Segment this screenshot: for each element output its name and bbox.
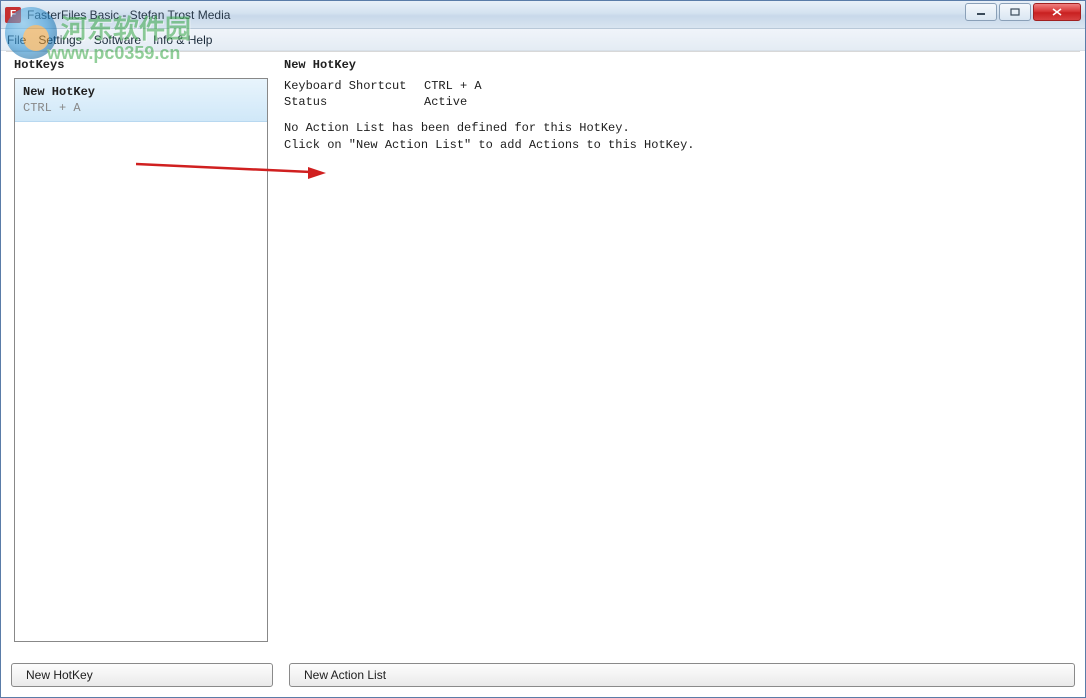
hotkey-item-shortcut: CTRL + A [23,101,259,115]
detail-value-shortcut: CTRL + A [424,78,482,94]
menu-software[interactable]: Software [94,33,141,47]
minimize-icon [976,8,986,16]
hotkey-item-name: New HotKey [23,85,259,99]
detail-row-status: Status Active [284,94,1072,110]
titlebar[interactable]: FasterFiles Basic - Stefan Trost Media [1,1,1085,29]
minimize-button[interactable] [965,3,997,21]
detail-message: No Action List has been defined for this… [284,120,1072,152]
window-title: FasterFiles Basic - Stefan Trost Media [27,8,230,22]
new-hotkey-button[interactable]: New HotKey [11,663,273,687]
hotkeys-header: HotKeys [14,58,268,72]
new-action-list-button[interactable]: New Action List [289,663,1075,687]
hotkey-list-item[interactable]: New HotKey CTRL + A [15,79,267,122]
new-action-list-button-label: New Action List [304,668,386,682]
menu-settings[interactable]: Settings [38,33,81,47]
maximize-button[interactable] [999,3,1031,21]
content-area: HotKeys New HotKey CTRL + A New HotKey K… [6,51,1080,658]
menu-info-help[interactable]: Info & Help [153,33,212,47]
application-window: FasterFiles Basic - Stefan Trost Media F… [0,0,1086,698]
new-hotkey-button-label: New HotKey [26,668,93,682]
detail-value-status: Active [424,94,467,110]
menu-file[interactable]: File [7,33,26,47]
maximize-icon [1010,8,1020,16]
detail-message-line2: Click on "New Action List" to add Action… [284,137,1072,153]
window-controls [965,3,1081,21]
close-button[interactable] [1033,3,1081,21]
detail-label-status: Status [284,94,424,110]
detail-body: Keyboard Shortcut CTRL + A Status Active… [284,78,1072,153]
left-column: HotKeys New HotKey CTRL + A [6,52,276,658]
menubar: File Settings Software Info & Help [1,29,1085,51]
footer-bar: New HotKey New Action List [1,663,1085,697]
right-column: New HotKey Keyboard Shortcut CTRL + A St… [276,52,1080,658]
detail-header: New HotKey [284,58,1072,72]
hotkeys-list[interactable]: New HotKey CTRL + A [14,78,268,642]
app-icon [5,7,21,23]
detail-message-line1: No Action List has been defined for this… [284,120,1072,136]
close-icon [1051,7,1063,17]
detail-row-shortcut: Keyboard Shortcut CTRL + A [284,78,1072,94]
detail-label-shortcut: Keyboard Shortcut [284,78,424,94]
